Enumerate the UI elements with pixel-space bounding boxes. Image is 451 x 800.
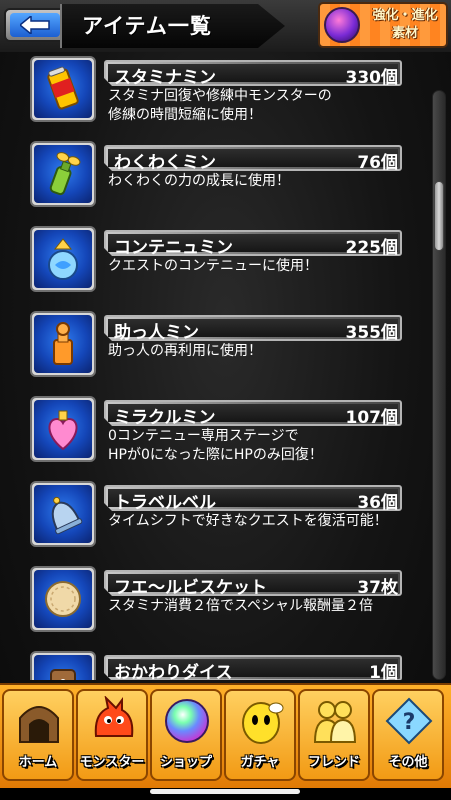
item-name: 助っ人ミン bbox=[114, 323, 199, 343]
item-description: スタミナ消費２倍でスペシャル報酬量２倍 bbox=[108, 598, 374, 614]
nav-gacha[interactable]: ガチャ bbox=[224, 689, 296, 781]
nav-monster[interactable]: モンスター bbox=[76, 689, 148, 781]
list-item[interactable]: トラベルベル 36個 タイムシフトで好きなクエストを復活可能！ bbox=[0, 481, 430, 561]
item-name: スタミナミン bbox=[114, 68, 216, 88]
item-count: 37枚 bbox=[357, 578, 398, 598]
item-icon-frame bbox=[30, 56, 96, 122]
upgrade-button-label: 強化・進化 素材 bbox=[364, 7, 446, 43]
list-item[interactable]: コンテニュミン 225個 クエストのコンテニューに使用！ bbox=[0, 226, 430, 306]
page-title: アイテム一覧 bbox=[82, 14, 212, 38]
back-button-face bbox=[10, 13, 60, 37]
nav-label: その他 bbox=[388, 755, 428, 770]
list-scrollbar[interactable] bbox=[432, 90, 446, 680]
nav-label: モンスター bbox=[79, 755, 145, 770]
item-count: 76個 bbox=[357, 153, 398, 173]
item-count: 355個 bbox=[345, 323, 399, 343]
nav-other[interactable]: ? その他 bbox=[372, 689, 444, 781]
item-name: わくわくミン bbox=[114, 153, 216, 173]
continue-flask-icon bbox=[48, 238, 78, 280]
item-list[interactable]: スタミナミン 330個 スタミナ回復や修練中モンスターの 修練の時間短縮に使用！… bbox=[0, 56, 430, 680]
heart-bottle-icon bbox=[48, 410, 78, 451]
nav-label: ショップ bbox=[159, 755, 212, 770]
evolution-orb-icon bbox=[324, 7, 360, 43]
nav-label: フレンド bbox=[307, 755, 360, 770]
header-bar: アイテム一覧 強化・進化 素材 bbox=[0, 0, 451, 52]
helper-bottle-icon bbox=[53, 322, 73, 365]
item-count: 36個 bbox=[357, 493, 398, 513]
list-item[interactable]: フエ〜ルビスケット 37枚 スタミナ消費２倍でスペシャル報酬量２倍 bbox=[0, 566, 430, 646]
item-description: スタミナ回復や修練中モンスターの 修練の時間短縮に使用！ bbox=[108, 88, 332, 123]
item-count: 225個 bbox=[345, 238, 399, 258]
monster-icon bbox=[94, 696, 134, 737]
item-count: 330個 bbox=[345, 68, 399, 88]
home-indicator[interactable] bbox=[150, 789, 300, 794]
upgrade-evolution-materials-button[interactable]: 強化・進化 素材 bbox=[318, 2, 448, 48]
item-count: 107個 bbox=[345, 408, 399, 428]
nav-label: ホーム bbox=[18, 755, 58, 770]
item-icon-frame bbox=[30, 396, 96, 462]
item-icon-frame bbox=[30, 311, 96, 377]
friend-icon bbox=[313, 701, 357, 743]
item-name: ミラクルミン bbox=[114, 408, 216, 428]
item-name: おかわりダイス bbox=[114, 663, 233, 680]
nav-label: ガチャ bbox=[240, 755, 280, 770]
nav-friend[interactable]: フレンド bbox=[298, 689, 370, 781]
item-description: クエストのコンテニューに使用！ bbox=[108, 258, 318, 274]
list-item[interactable]: 助っ人ミン 355個 助っ人の再利用に使用！ bbox=[0, 311, 430, 391]
item-description: タイムシフトで好きなクエストを復活可能！ bbox=[108, 513, 388, 529]
item-description: 0コンテニュー専用ステージで HPが0になった際にHPのみ回復！ bbox=[108, 428, 323, 463]
item-description: 助っ人の再利用に使用！ bbox=[108, 343, 262, 359]
item-name: コンテニュミン bbox=[114, 238, 233, 258]
item-name: フエ〜ルビスケット bbox=[114, 578, 267, 598]
other-question-icon: ? bbox=[385, 697, 433, 745]
item-description: わくわくの力の成長に使用！ bbox=[108, 173, 290, 189]
list-item[interactable]: わくわくミン 76個 わくわくの力の成長に使用！ bbox=[0, 141, 430, 221]
upgrade-label-line2: 素材 bbox=[391, 26, 418, 41]
list-item[interactable]: ミラクルミン 107個 0コンテニュー専用ステージで HPが0になった際にHPの… bbox=[0, 396, 430, 476]
home-icon bbox=[19, 706, 59, 743]
list-item[interactable]: スタミナミン 330個 スタミナ回復や修練中モンスターの 修練の時間短縮に使用！ bbox=[0, 56, 430, 136]
gacha-egg-icon bbox=[242, 702, 284, 744]
item-icon-frame bbox=[30, 566, 96, 632]
item-name: トラベルベル bbox=[114, 493, 216, 513]
shop-orb-icon bbox=[165, 699, 209, 743]
bell-icon bbox=[51, 496, 83, 535]
item-icon-frame bbox=[30, 651, 96, 680]
item-icon-frame bbox=[30, 226, 96, 292]
list-item[interactable]: おかわりダイス 1個 bbox=[0, 651, 430, 680]
nav-home[interactable]: ホーム bbox=[2, 689, 74, 781]
back-arrow-icon bbox=[20, 16, 50, 34]
sprout-bottle-icon bbox=[49, 152, 81, 196]
biscuit-icon bbox=[45, 581, 81, 617]
bottom-nav-bar: ホーム モンスター ショップ ガチャ フレンド ? その他 bbox=[0, 683, 451, 788]
item-count: 1個 bbox=[369, 663, 398, 680]
stamina-can-icon bbox=[47, 66, 79, 110]
back-button[interactable] bbox=[4, 8, 66, 42]
dice-icon bbox=[50, 669, 76, 680]
nav-shop[interactable]: ショップ bbox=[150, 689, 222, 781]
upgrade-label-line1: 強化・進化 bbox=[372, 8, 438, 23]
svg-text:?: ? bbox=[403, 710, 416, 735]
item-icon-frame bbox=[30, 141, 96, 207]
scroll-thumb[interactable] bbox=[434, 181, 444, 251]
item-icon-frame bbox=[30, 481, 96, 547]
